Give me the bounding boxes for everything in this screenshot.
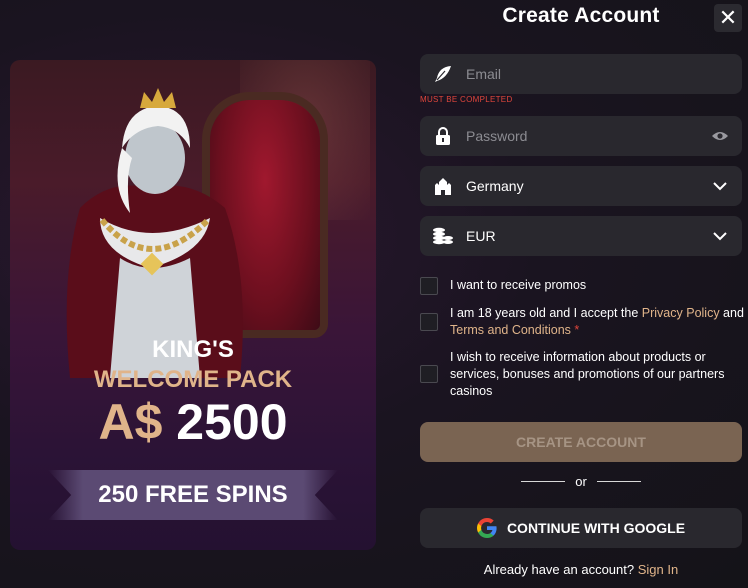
- promo-text-block: KING'S WELCOME PACK A$ 2500: [10, 336, 376, 450]
- currency-select[interactable]: EUR: [420, 216, 742, 256]
- password-placeholder: Password: [466, 128, 528, 144]
- already-have-account-text: Already have an account?: [483, 562, 635, 577]
- google-signin-button[interactable]: CONTINUE WITH GOOGLE: [420, 508, 742, 548]
- promo-title-line1: KING'S: [152, 336, 234, 363]
- eye-icon[interactable]: [698, 130, 742, 142]
- age-terms-prefix: I am 18 years old and I accept the: [450, 306, 642, 320]
- age-terms-label: I am 18 years old and I accept the Priva…: [450, 305, 746, 339]
- terms-link[interactable]: Terms and Conditions: [450, 323, 571, 337]
- age-terms-checkbox-row[interactable]: I am 18 years old and I accept the Priva…: [420, 305, 746, 339]
- promos-label: I want to receive promos: [450, 278, 587, 292]
- email-field[interactable]: Email: [420, 54, 742, 94]
- partners-checkbox-row[interactable]: I wish to receive information about prod…: [420, 349, 746, 400]
- coins-icon: [420, 227, 466, 245]
- email-placeholder: Email: [466, 66, 502, 82]
- welcome-promo-card: KING'S WELCOME PACK A$ 2500 250 FREE SPI…: [10, 60, 376, 550]
- divider-line: [596, 481, 641, 482]
- free-spins-ribbon: 250 FREE SPINS: [48, 470, 338, 520]
- sign-in-link[interactable]: Sign In: [638, 562, 678, 577]
- divider-line: [521, 481, 566, 482]
- free-spins-text: 250 FREE SPINS: [98, 481, 288, 508]
- promos-checkbox-row[interactable]: I want to receive promos: [420, 277, 746, 295]
- age-terms-checkbox[interactable]: [420, 313, 438, 331]
- promo-amount: A$ 2500: [10, 394, 376, 450]
- or-divider: or: [420, 474, 742, 489]
- required-mark: *: [570, 323, 580, 337]
- chevron-down-icon: [698, 231, 742, 241]
- close-icon: ✕: [718, 5, 738, 30]
- promos-checkbox[interactable]: [420, 277, 438, 295]
- partners-checkbox[interactable]: [420, 365, 438, 383]
- promo-amount-value: 2500: [176, 394, 288, 450]
- king-illustration: [66, 88, 243, 378]
- currency-value: EUR: [466, 228, 496, 244]
- page-title: Create Account: [502, 4, 660, 27]
- password-field[interactable]: Password: [420, 116, 742, 156]
- sign-in-prompt: Already have an account? Sign In: [420, 562, 742, 577]
- chevron-down-icon: [698, 181, 742, 191]
- create-account-button[interactable]: CREATE ACCOUNT: [420, 422, 742, 462]
- close-button[interactable]: ✕: [714, 4, 742, 32]
- google-icon: [476, 518, 497, 538]
- or-text: or: [575, 474, 587, 489]
- google-button-label: CONTINUE WITH GOOGLE: [506, 520, 686, 536]
- country-select[interactable]: Germany: [420, 166, 742, 206]
- and-text: and: [719, 306, 744, 320]
- partners-label: I wish to receive information about prod…: [450, 350, 725, 398]
- country-value: Germany: [466, 178, 524, 194]
- promo-currency: A$: [98, 394, 163, 450]
- lock-icon: [420, 126, 466, 146]
- email-error-text: MUST BE COMPLETED: [420, 95, 513, 104]
- privacy-policy-link[interactable]: Privacy Policy: [642, 306, 720, 320]
- feather-icon: [420, 64, 466, 84]
- promo-title-line2: WELCOME PACK: [93, 366, 293, 393]
- castle-icon: [420, 177, 466, 195]
